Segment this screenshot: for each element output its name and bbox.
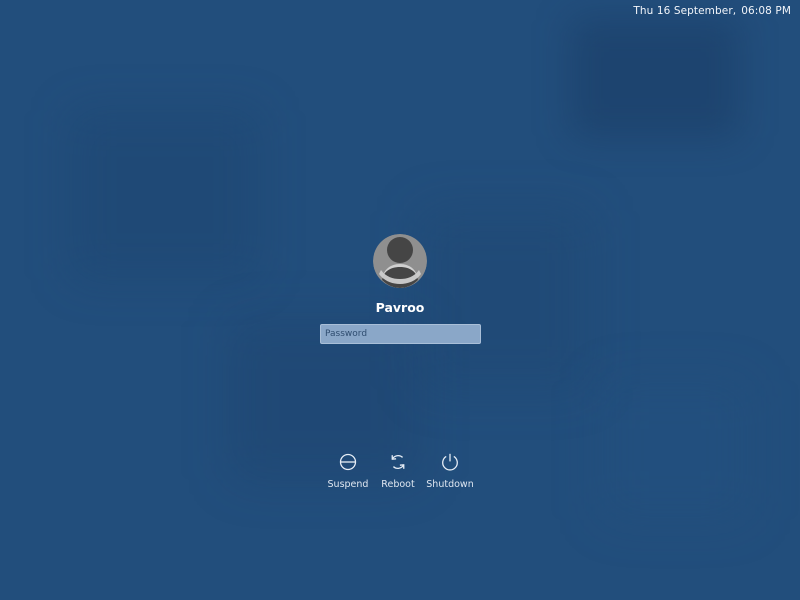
username: Pavroo — [375, 300, 425, 315]
login-panel: Pavroo Suspend Reboot Shutdown — [0, 0, 800, 600]
reboot-icon — [388, 452, 408, 472]
shutdown-label: Shutdown — [426, 479, 474, 490]
user-avatar-icon[interactable] — [373, 234, 427, 288]
reboot-label: Reboot — [381, 479, 415, 490]
power-icon — [440, 452, 460, 472]
password-input[interactable] — [320, 324, 481, 344]
shutdown-button[interactable]: Shutdown — [420, 452, 480, 490]
suspend-icon — [338, 452, 358, 472]
avatar-graphic — [373, 234, 427, 288]
reboot-button[interactable]: Reboot — [368, 452, 428, 490]
login-screen: Thu 16 September, 06:08 PM Pavroo Suspend — [0, 0, 800, 600]
